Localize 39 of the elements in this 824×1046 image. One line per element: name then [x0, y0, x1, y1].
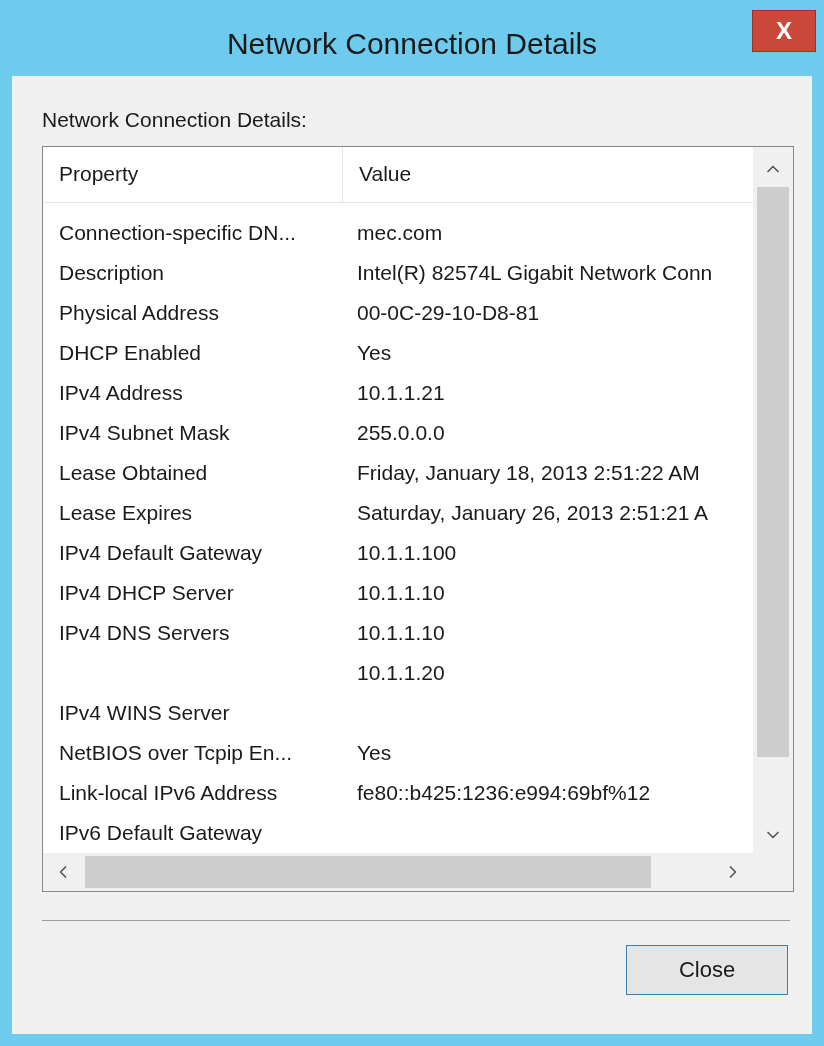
close-button[interactable]: Close	[626, 944, 788, 995]
column-header[interactable]: Value	[343, 146, 753, 202]
value-cell: Saturday, January 26, 2013 2:51:21 A	[357, 500, 709, 524]
value-cell: 10.1.1.21	[357, 380, 445, 404]
property-cell: Physical Address	[59, 300, 219, 324]
value-cell: 10.1.1.10	[357, 580, 445, 604]
property-cell: IPv4 Subnet Mask	[59, 420, 230, 444]
value-cell: Yes	[357, 740, 392, 764]
property-cell: Link-local IPv6 Address	[59, 780, 278, 804]
property-cell: Connection-specific DN...	[59, 220, 296, 244]
scrollbar-thumb[interactable]	[85, 855, 651, 888]
property-cell: DHCP Enabled	[59, 340, 202, 364]
value-cell: Friday, January 18, 2013 2:51:22 AM	[357, 460, 700, 484]
property-cell: NetBIOS over Tcpip En...	[59, 740, 293, 764]
property-cell: Description	[59, 260, 165, 284]
property-cell: Lease Expires	[59, 500, 193, 524]
value-cell: 10.1.1.20	[357, 660, 445, 684]
property-cell: IPv4 DHCP Server	[59, 580, 234, 604]
value-cell: Yes	[357, 340, 392, 364]
vertical-scrollbar[interactable]	[753, 146, 793, 853]
value-cell: 255.0.0.0	[357, 420, 445, 444]
window-title: Network Connection Details	[226, 25, 598, 62]
property-cell: IPv4 Address	[59, 380, 183, 404]
column-header[interactable]: Property	[43, 146, 343, 202]
close-button[interactable]: X	[752, 10, 816, 52]
property-cell: IPv4 DNS Servers	[59, 620, 230, 644]
value-cell: 00-0C-29-10-D8-81	[357, 300, 540, 324]
scrollbar-thumb[interactable]	[757, 186, 789, 757]
value-cell: Intel(R) 82574L Gigabit Network Conn	[357, 260, 713, 284]
group-label: Network Connection Details:	[42, 107, 307, 133]
value-cell: fe80::b425:1236:e994:69bf%12	[357, 780, 651, 804]
value-cell: 10.1.1.10	[357, 620, 445, 644]
value-cell: mec.com	[357, 220, 443, 244]
horizontal-scrollbar[interactable]	[43, 852, 793, 891]
property-cell: Lease Obtained	[59, 460, 208, 484]
value-cell: 10.1.1.100	[357, 540, 457, 564]
property-cell: IPv4 WINS Server	[59, 700, 230, 724]
property-cell: IPv6 Default Gateway	[59, 820, 263, 844]
property-cell: IPv4 Default Gateway	[59, 540, 263, 564]
